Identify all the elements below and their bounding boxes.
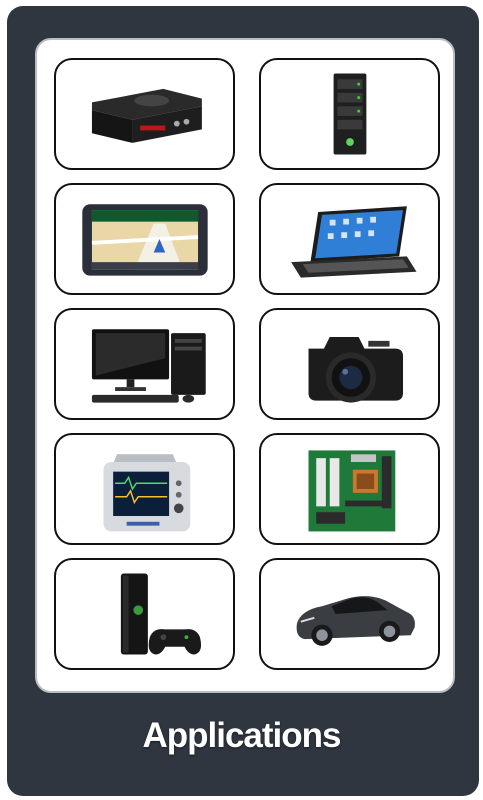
tile-tablet[interactable] [259,183,440,295]
game-console-icon [120,573,202,655]
tile-cd-player[interactable] [54,58,235,170]
tile-gps[interactable] [54,183,235,295]
tablet-keyboard-icon [291,206,417,278]
tile-camera[interactable] [259,308,440,420]
sports-car-icon [296,596,415,646]
tile-car[interactable] [259,558,440,670]
dslr-camera-icon [308,337,404,403]
cd-player-icon [91,88,202,143]
gps-navigator-icon [82,204,208,276]
tile-monitor[interactable] [54,433,235,545]
tile-motherboard[interactable] [259,433,440,545]
motherboard-icon [308,450,396,532]
page-title: Applications [142,716,341,755]
tile-console[interactable] [54,558,235,670]
tile-server[interactable] [259,58,440,170]
tile-desktop[interactable] [54,308,235,420]
desktop-computer-icon [91,329,206,403]
patient-monitor-icon [103,454,191,532]
server-tower-icon [333,73,367,155]
